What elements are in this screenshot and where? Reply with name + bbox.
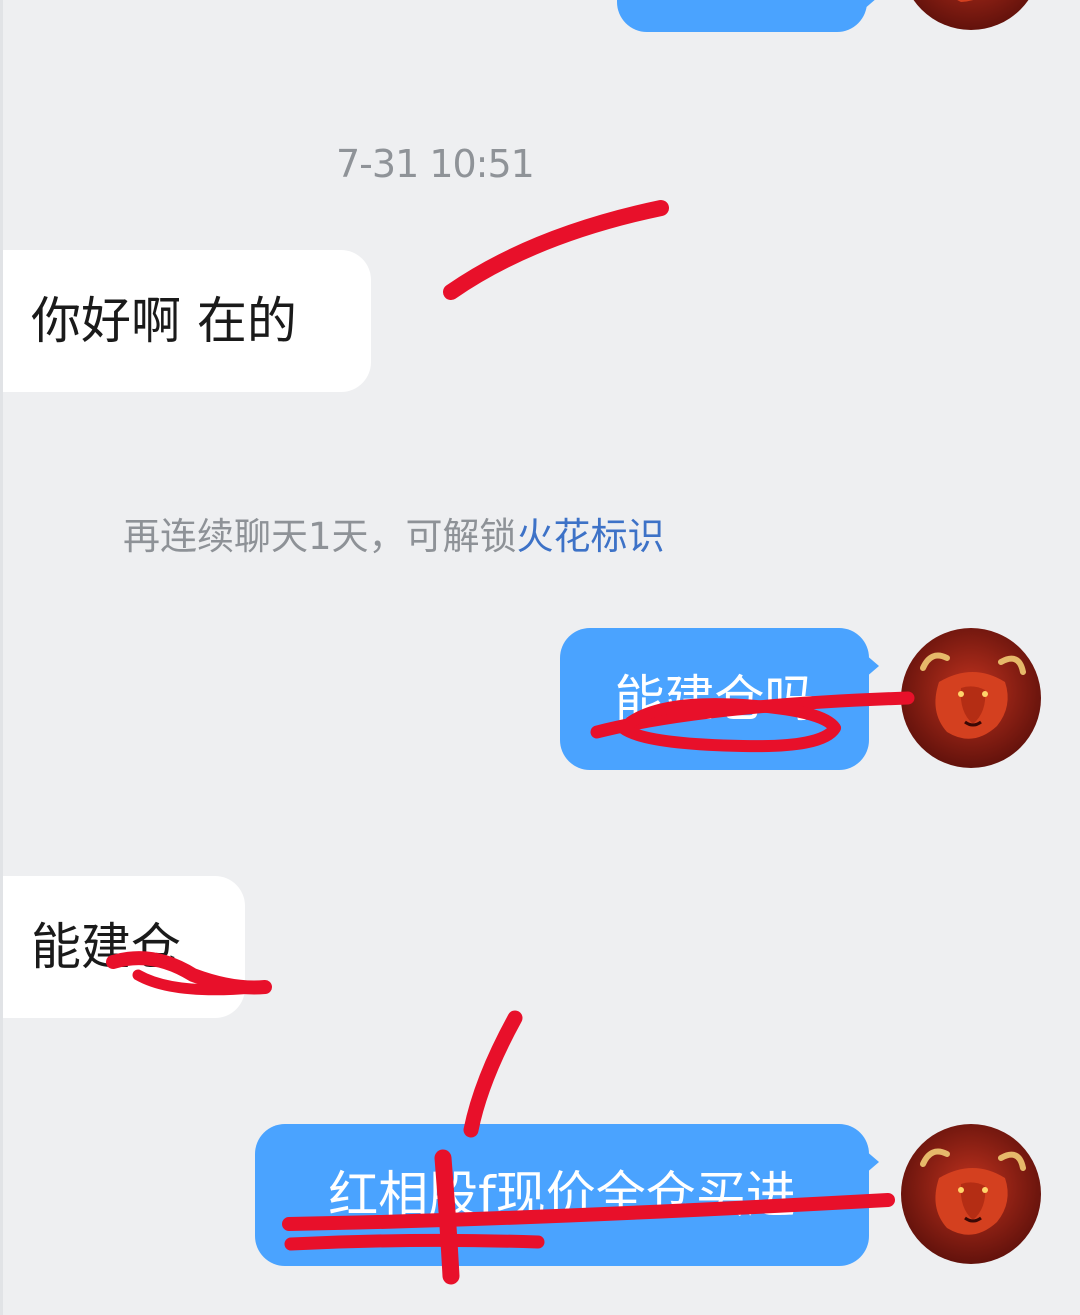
message-text: 能建仓 (31, 918, 181, 976)
message-bubble-outgoing-partial[interactable] (617, 0, 877, 32)
message-text: 能建仓吗 (614, 670, 815, 728)
spark-badge-link[interactable]: 火花标识 (517, 515, 665, 558)
bull-icon (901, 1124, 1041, 1264)
message-bubble-incoming[interactable]: 你好啊 在的 (3, 250, 371, 392)
chat-view[interactable]: 7-31 10:51 你好啊 在的 再连续聊天1天，可解锁火花标识 能建仓吗 能… (0, 0, 1080, 1315)
message-bubble-incoming[interactable]: 能建仓 (3, 876, 245, 1018)
system-tip: 再连续聊天1天，可解锁火花标识 (123, 506, 665, 560)
avatar[interactable] (901, 1124, 1041, 1264)
bull-icon (901, 628, 1041, 768)
message-bubble-outgoing[interactable]: 红相股f现价全仓买进 (255, 1124, 879, 1266)
bull-icon (901, 0, 1041, 30)
message-text: 红相股f现价全仓买进 (328, 1166, 796, 1224)
message-timestamp: 7-31 10:51 (336, 142, 535, 186)
avatar[interactable] (901, 628, 1041, 768)
system-tip-text: 再连续聊天1天，可解锁 (123, 515, 517, 558)
message-bubble-outgoing[interactable]: 能建仓吗 (560, 628, 879, 770)
avatar[interactable] (901, 0, 1041, 30)
message-text: 你好啊 在的 (31, 292, 297, 350)
